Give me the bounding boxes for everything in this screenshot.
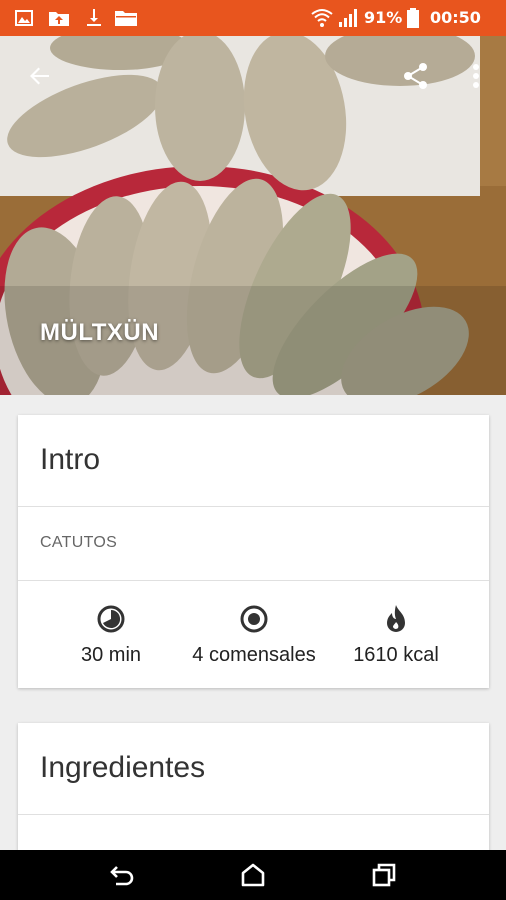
- recipe-hero-image: MÜLTXÜN: [0, 36, 506, 395]
- share-icon: [404, 63, 427, 89]
- calories-stat: 1610 kcal: [316, 604, 476, 667]
- radio-target-icon: [240, 605, 268, 633]
- intro-title: Intro: [40, 443, 101, 476]
- recipe-stats: 30 min 4 comensales 1610 kcal: [18, 581, 489, 689]
- home-nav-icon: [241, 863, 265, 887]
- calories-label: 1610 kcal: [353, 644, 439, 666]
- battery-icon: [406, 8, 426, 28]
- folder-icon: [114, 8, 137, 28]
- back-button[interactable]: [20, 56, 60, 96]
- time-stat: 30 min: [31, 604, 191, 667]
- servings-label: 4 comensales: [192, 644, 316, 666]
- more-vert-icon: [473, 64, 479, 88]
- intro-card-header: Intro: [18, 415, 489, 507]
- navigation-bar: [0, 850, 506, 900]
- download-icon: [84, 8, 104, 28]
- timer-icon: [97, 605, 125, 633]
- intro-card: Intro CATUTOS 30 min 4 comensales 1610 k…: [18, 415, 489, 688]
- wifi-icon: [310, 7, 333, 27]
- ingredients-title: Ingredientes: [40, 751, 206, 784]
- folder-upload-icon: [48, 8, 69, 28]
- arrow-back-icon: [30, 67, 49, 85]
- back-nav-icon: [110, 866, 134, 886]
- flame-icon: [387, 605, 405, 632]
- nav-back-button[interactable]: [102, 855, 142, 895]
- intro-category-row: CATUTOS: [18, 507, 489, 581]
- recents-nav-icon: [372, 863, 396, 887]
- signal-icon: [338, 8, 358, 28]
- servings-stat: 4 comensales: [174, 604, 334, 667]
- battery-percent: 91%: [364, 8, 403, 27]
- ingredients-card: Ingredientes: [18, 723, 489, 863]
- clock: 00:50: [430, 8, 481, 27]
- image-icon: [14, 8, 34, 28]
- system-status: 91% 00:50: [306, 0, 496, 36]
- recipe-title: MÜLTXÜN: [40, 319, 160, 346]
- more-options-button[interactable]: [456, 56, 496, 96]
- status-bar: 91% 00:50: [0, 0, 506, 36]
- ingredients-card-header: Ingredientes: [18, 723, 489, 815]
- nav-home-button[interactable]: [233, 855, 273, 895]
- time-label: 30 min: [80, 644, 142, 666]
- share-button[interactable]: [396, 56, 436, 96]
- recipe-category: CATUTOS: [40, 534, 118, 551]
- nav-recents-button[interactable]: [364, 855, 404, 895]
